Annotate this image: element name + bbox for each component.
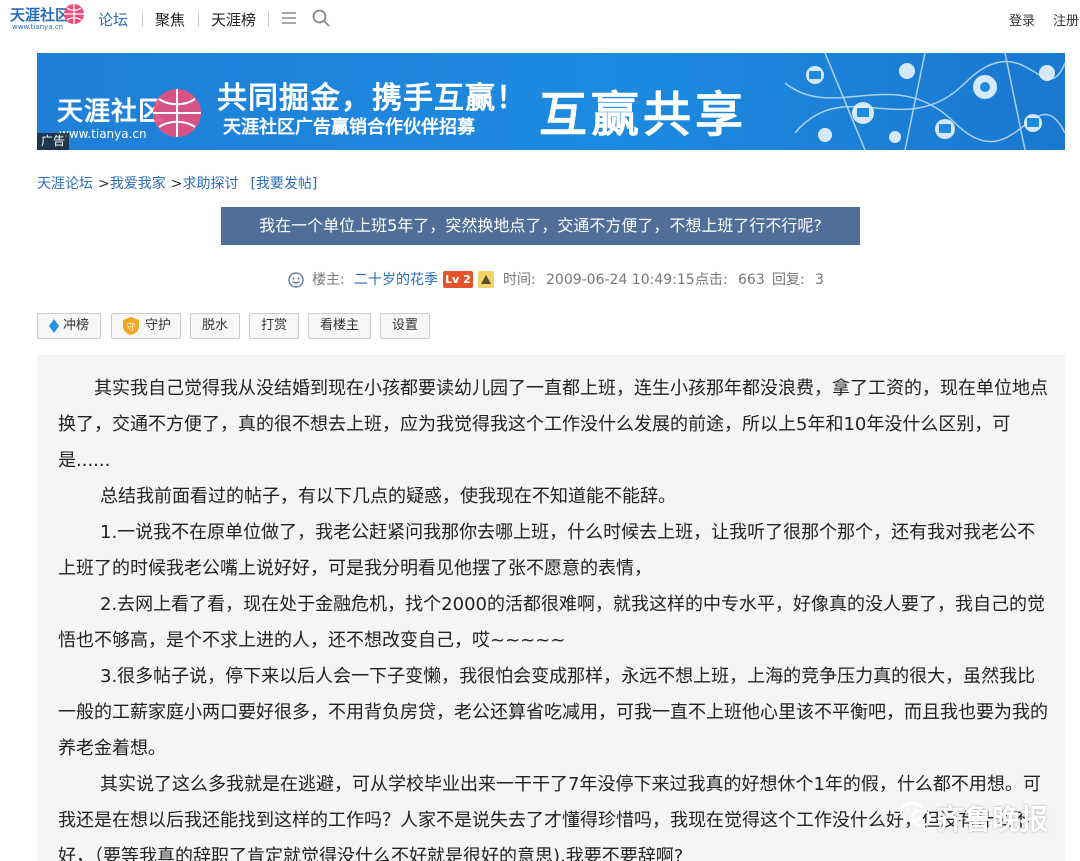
time-label: 时间: (503, 272, 536, 288)
new-post-link[interactable]: [我要发帖] (250, 176, 317, 192)
register-link[interactable]: 注册 (1053, 10, 1079, 29)
guard-button[interactable]: 守守护 (111, 313, 181, 339)
nav-divider (142, 11, 143, 27)
banner-logo: 天涯社区 www.tianya.cn (49, 71, 209, 141)
nav-forum[interactable]: 论坛 (98, 9, 128, 30)
post-paragraph: 2.去网上看了看，现在处于金融危机，找个2000的活都很难啊，就我这样的中专水平… (58, 594, 1045, 651)
nav-divider (198, 11, 199, 27)
search-icon[interactable] (312, 9, 330, 27)
breadcrumb-item-tianya-forum[interactable]: 天涯论坛 (37, 176, 93, 192)
nav-rank[interactable]: 天涯榜 (211, 9, 256, 30)
watermark: 齐鲁晚报 (900, 795, 1060, 836)
guard-label: 守护 (144, 318, 171, 333)
breadcrumb-item-my-home[interactable]: 我爱我家 (110, 176, 166, 192)
rank-boost-label: 冲榜 (62, 318, 89, 333)
breadcrumb-separator: > (170, 176, 183, 192)
wechat-icon (900, 802, 931, 827)
author-only-button[interactable]: 看楼主 (308, 313, 371, 339)
post-paragraph: 总结我前面看过的帖子，有以下几点的疑惑，使我现在不知道能不能辞。 (100, 486, 676, 507)
smile-icon (288, 272, 304, 288)
rank-icon (478, 271, 494, 288)
replies-count: 3 (815, 272, 824, 288)
level-badge: Lv 2 (443, 271, 473, 288)
globe-icon (64, 4, 84, 24)
post-paragraph: 3.很多帖子说，停下来以后人会一下子变懒，我很怕会变成那样，永远不想上班，上海的… (58, 666, 1048, 759)
settings-button[interactable]: 设置 (380, 313, 430, 339)
replies-label: 回复: (772, 272, 805, 288)
nav-focus[interactable]: 聚焦 (155, 9, 185, 30)
nav-divider (268, 11, 269, 27)
post-time: 2009-06-24 10:49:15 (546, 272, 695, 288)
rank-boost-button[interactable]: 冲榜 (37, 313, 101, 339)
banner-slogan: 共同掘金，携手互赢！ (217, 81, 527, 116)
banner-big-text: 互赢共享 (539, 87, 748, 143)
banner-subtitle: 天涯社区广告赢销合作伙伴招募 (223, 117, 475, 138)
watermark-text: 齐鲁晚报 (936, 803, 1049, 836)
clicks-count: 663 (738, 272, 765, 288)
post-paragraph: 其实我自己觉得我从没结婚到现在小孩都要读幼儿园了一直都上班，连生小孩那年都没浪费… (58, 378, 1048, 471)
dehydrate-button[interactable]: 脱水 (190, 313, 240, 339)
logo-text: 天涯社区 (10, 6, 71, 24)
banner-logo-url: www.tianya.cn (59, 127, 147, 141)
breadcrumb-item-help[interactable]: 求助探讨 (182, 176, 238, 192)
svg-text:守: 守 (126, 321, 135, 333)
top-nav: 天涯社区 www.tianya.cn 论坛 聚焦 天涯榜 登录 注册 (0, 0, 1080, 38)
author-name[interactable]: 二十岁的花季 (354, 270, 438, 290)
breadcrumb: 天涯论坛 >我爱我家 >求助探讨 [我要发帖] (37, 173, 317, 193)
ad-tag: 广告 (37, 133, 69, 150)
logo-url: www.tianya.cn (12, 23, 64, 31)
menu-icon[interactable] (282, 11, 296, 25)
reward-button[interactable]: 打赏 (249, 313, 299, 339)
shield-icon: 守 (122, 316, 139, 335)
post-title: 我在一个单位上班5年了，突然换地点了，交通不方便了，不想上班了行不行呢? (221, 207, 860, 245)
globe-icon (153, 89, 201, 137)
post-body: 其实我自己觉得我从没结婚到现在小孩都要读幼儿园了一直都上班，连生小孩那年都没浪费… (37, 355, 1065, 861)
network-decoration-icon (785, 53, 1065, 150)
post-paragraph: 1.一说我不在原单位做了，我老公赶紧问我那你去哪上班，什么时候去上班，让我听了很… (58, 522, 1036, 579)
clicks-label: 点击: (695, 272, 728, 288)
breadcrumb-separator: > (98, 176, 110, 192)
ad-banner[interactable]: 天涯社区 www.tianya.cn 共同掘金，携手互赢！ 天涯社区广告赢销合作… (37, 53, 1065, 150)
login-link[interactable]: 登录 (1009, 10, 1035, 29)
author-label: 楼主: (312, 272, 345, 288)
diamond-icon (48, 318, 59, 333)
tianya-logo[interactable]: 天涯社区 www.tianya.cn (10, 2, 86, 34)
